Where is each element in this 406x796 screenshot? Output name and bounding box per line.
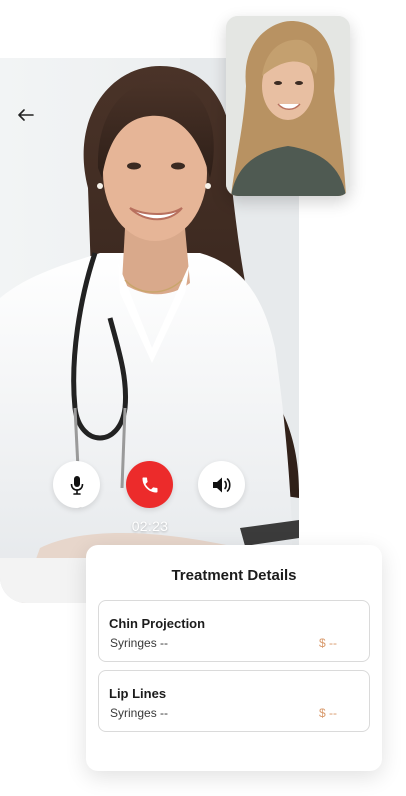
self-video-preview[interactable] — [226, 16, 350, 196]
treatment-item[interactable]: Chin Projection Syringes -- $ -- — [98, 600, 370, 662]
end-call-button[interactable] — [126, 461, 173, 508]
treatment-name: Lip Lines — [109, 686, 167, 701]
microphone-icon — [70, 475, 83, 495]
treatment-details-card: Treatment Details Chin Projection Syring… — [86, 545, 382, 771]
speaker-icon — [212, 477, 231, 492]
self-video-frame — [226, 16, 350, 196]
treatment-name: Chin Projection — [109, 616, 206, 631]
syringes-value: Syringes -- — [110, 636, 169, 650]
syringes-value: Syringes -- — [110, 706, 169, 720]
arrow-left-icon — [18, 109, 34, 121]
card-title: Treatment Details — [171, 567, 297, 584]
mute-button[interactable] — [53, 461, 100, 508]
price-value: $ -- — [319, 636, 337, 650]
back-button[interactable] — [14, 104, 38, 126]
treatment-item[interactable]: Lip Lines Syringes -- $ -- — [98, 670, 370, 732]
price-value: $ -- — [319, 706, 337, 720]
call-timer: 02:23 — [131, 518, 169, 534]
phone-icon — [142, 477, 157, 492]
speaker-button[interactable] — [198, 461, 245, 508]
